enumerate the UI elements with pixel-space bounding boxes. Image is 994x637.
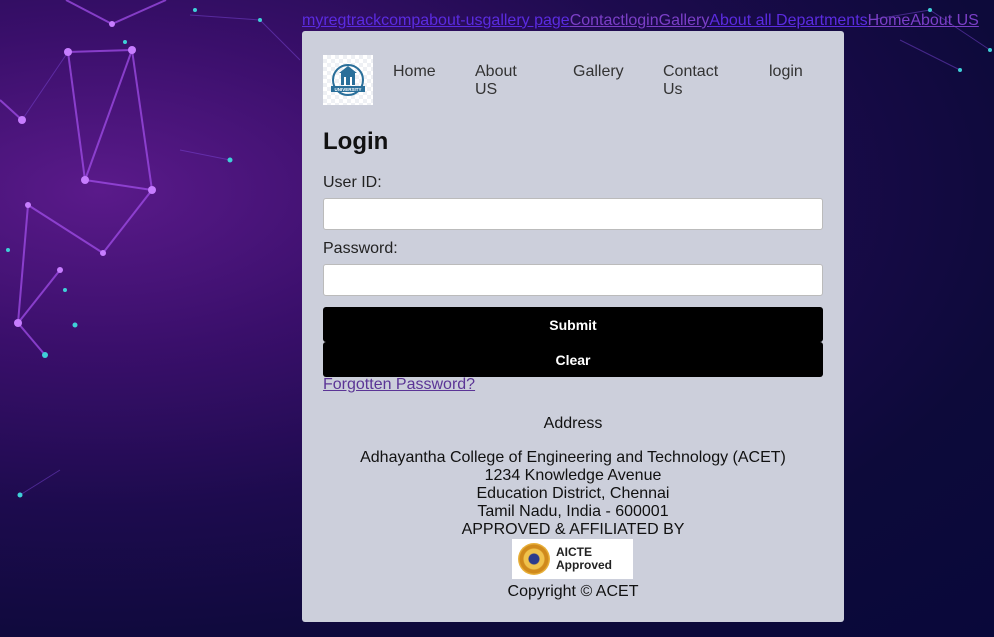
aicte-badge: AICTE Approved [512, 539, 633, 579]
link-gallery-page[interactable]: gallery page [483, 12, 570, 29]
top-link-bar: myregtrackcompabout-usgallery pageContac… [302, 12, 979, 30]
nav-about-us[interactable]: About US [475, 63, 535, 99]
submit-button[interactable]: Submit [323, 307, 823, 342]
aicte-seal-icon [518, 543, 550, 575]
nav-contact-us[interactable]: Contact Us [663, 63, 733, 99]
user-id-label: User ID: [323, 174, 382, 191]
page-title: Login [323, 128, 389, 155]
link-about-departments[interactable]: About all Departments [709, 12, 867, 29]
address-line-2: 1234 Knowledge Avenue [484, 467, 662, 484]
clear-button[interactable]: Clear [323, 342, 823, 377]
password-input[interactable] [323, 264, 823, 296]
login-card: UNIVERSITY Home About US Gallery Contact… [302, 31, 844, 622]
link-gallery[interactable]: Gallery [659, 12, 710, 29]
address-line-3: Education District, Chennai [476, 485, 670, 502]
password-label: Password: [323, 240, 398, 257]
address-line-1: Adhayantha College of Engineering and Te… [360, 449, 786, 466]
link-about-us[interactable]: About US [910, 12, 978, 29]
user-id-input[interactable] [323, 198, 823, 230]
approved-text: APPROVED & AFFILIATED BY [461, 521, 685, 538]
forgot-password-link[interactable]: Forgotten Password? [323, 376, 475, 394]
aicte-badge-line2: Approved [556, 558, 613, 572]
link-contact[interactable]: Contact [570, 12, 625, 29]
address-line-4: Tamil Nadu, India - 600001 [477, 503, 669, 520]
copyright-text: Copyright © ACET [507, 583, 639, 600]
svg-text:UNIVERSITY: UNIVERSITY [334, 87, 361, 92]
university-logo-icon: UNIVERSITY [331, 64, 365, 96]
aicte-badge-text: AICTE Approved [556, 546, 612, 572]
nav-gallery[interactable]: Gallery [573, 63, 624, 81]
navbar: UNIVERSITY Home About US Gallery Contact… [323, 55, 823, 105]
link-home[interactable]: Home [868, 12, 911, 29]
address-heading: Address [543, 415, 603, 432]
university-logo[interactable]: UNIVERSITY [323, 55, 373, 105]
link-login[interactable]: login [625, 12, 659, 29]
nav-home[interactable]: Home [393, 63, 436, 81]
nav-login[interactable]: login [769, 63, 803, 81]
link-myregtrack[interactable]: myregtrack [302, 12, 381, 29]
link-compabout-us[interactable]: compabout-us [381, 12, 482, 29]
